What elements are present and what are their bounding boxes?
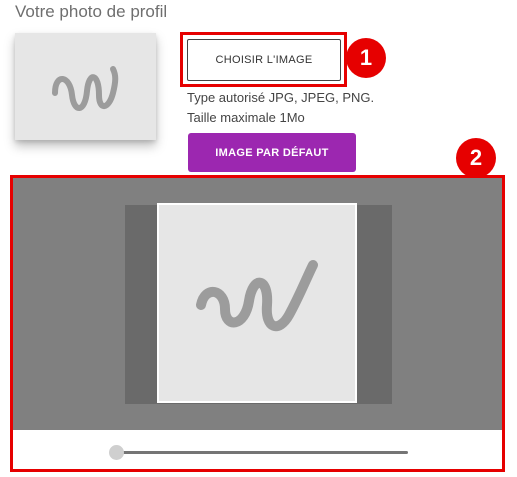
choose-image-button[interactable]: CHOISIR L'IMAGE [187,39,341,81]
signature-placeholder-icon [52,66,119,111]
allowed-types-text: Type autorisé JPG, JPEG, PNG. [187,90,375,105]
avatar-preview [15,33,156,140]
annotation-badge-1: 1 [346,38,386,78]
annotation-badge-2: 2 [456,138,496,178]
default-image-button[interactable]: IMAGE PAR DÉFAUT [188,133,356,172]
max-size-text: Taille maximale 1Mo [187,110,305,125]
section-title: Votre photo de profil [15,2,168,21]
highlight-box-2 [10,175,505,472]
profile-photo-page: Votre photo de profil CHOISIR L'IMAGE 1 … [0,0,517,477]
